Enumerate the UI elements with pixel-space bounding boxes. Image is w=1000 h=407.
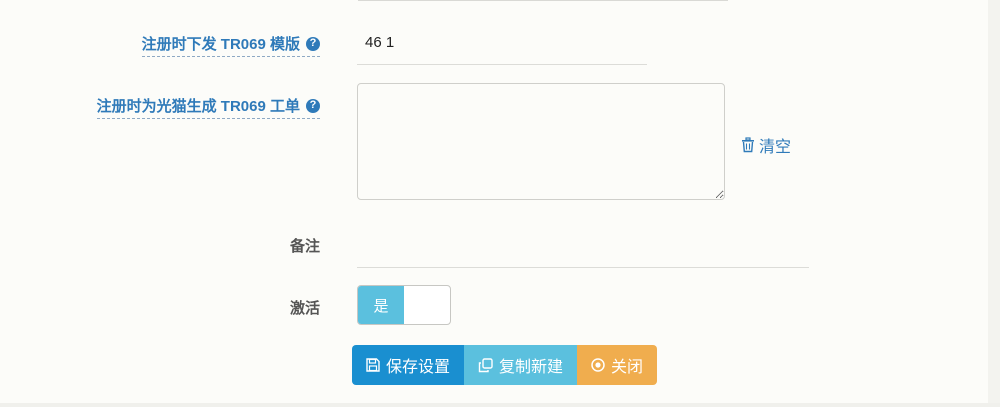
- active-toggle-on[interactable]: 是: [358, 286, 404, 324]
- trash-icon: [742, 137, 754, 153]
- floppy-disk-icon: [366, 358, 380, 372]
- tr069-template-underline: [357, 64, 647, 65]
- remark-label: 备注: [289, 238, 320, 255]
- close-circle-icon: [591, 358, 605, 372]
- remark-underline: [357, 267, 809, 268]
- page-scroll-edge: [988, 0, 1000, 407]
- tr069-template-label[interactable]: 注册时下发 TR069 模版 ?: [141, 33, 320, 57]
- close-label: 关闭: [611, 359, 644, 376]
- action-button-group: 保存设置 复制新建 关闭: [352, 345, 658, 385]
- copy-new-label: 复制新建: [499, 359, 564, 376]
- clear-button[interactable]: 清空: [741, 133, 791, 157]
- copy-icon: [478, 357, 493, 372]
- clear-label: 清空: [759, 139, 792, 156]
- active-toggle[interactable]: 是: [357, 285, 451, 325]
- question-circle-icon[interactable]: ?: [306, 98, 320, 113]
- active-label: 激活: [289, 300, 320, 317]
- copy-new-button[interactable]: 复制新建: [464, 345, 578, 385]
- tr069-workorder-textarea[interactable]: [357, 83, 725, 200]
- tr069-template-label-text: 注册时下发 TR069 模版: [141, 36, 300, 53]
- close-button[interactable]: 关闭: [577, 345, 658, 385]
- tr069-template-value[interactable]: 46 1: [365, 34, 394, 51]
- question-circle-icon[interactable]: ?: [306, 36, 320, 51]
- tr069-workorder-label[interactable]: 注册时为光猫生成 TR069 工单 ?: [96, 95, 320, 119]
- tr069-workorder-label-text: 注册时为光猫生成 TR069 工单: [96, 98, 300, 115]
- save-button[interactable]: 保存设置: [352, 345, 465, 385]
- previous-field-border: [358, 0, 728, 1]
- save-label: 保存设置: [386, 359, 451, 376]
- page-bottom-edge: [0, 403, 1000, 407]
